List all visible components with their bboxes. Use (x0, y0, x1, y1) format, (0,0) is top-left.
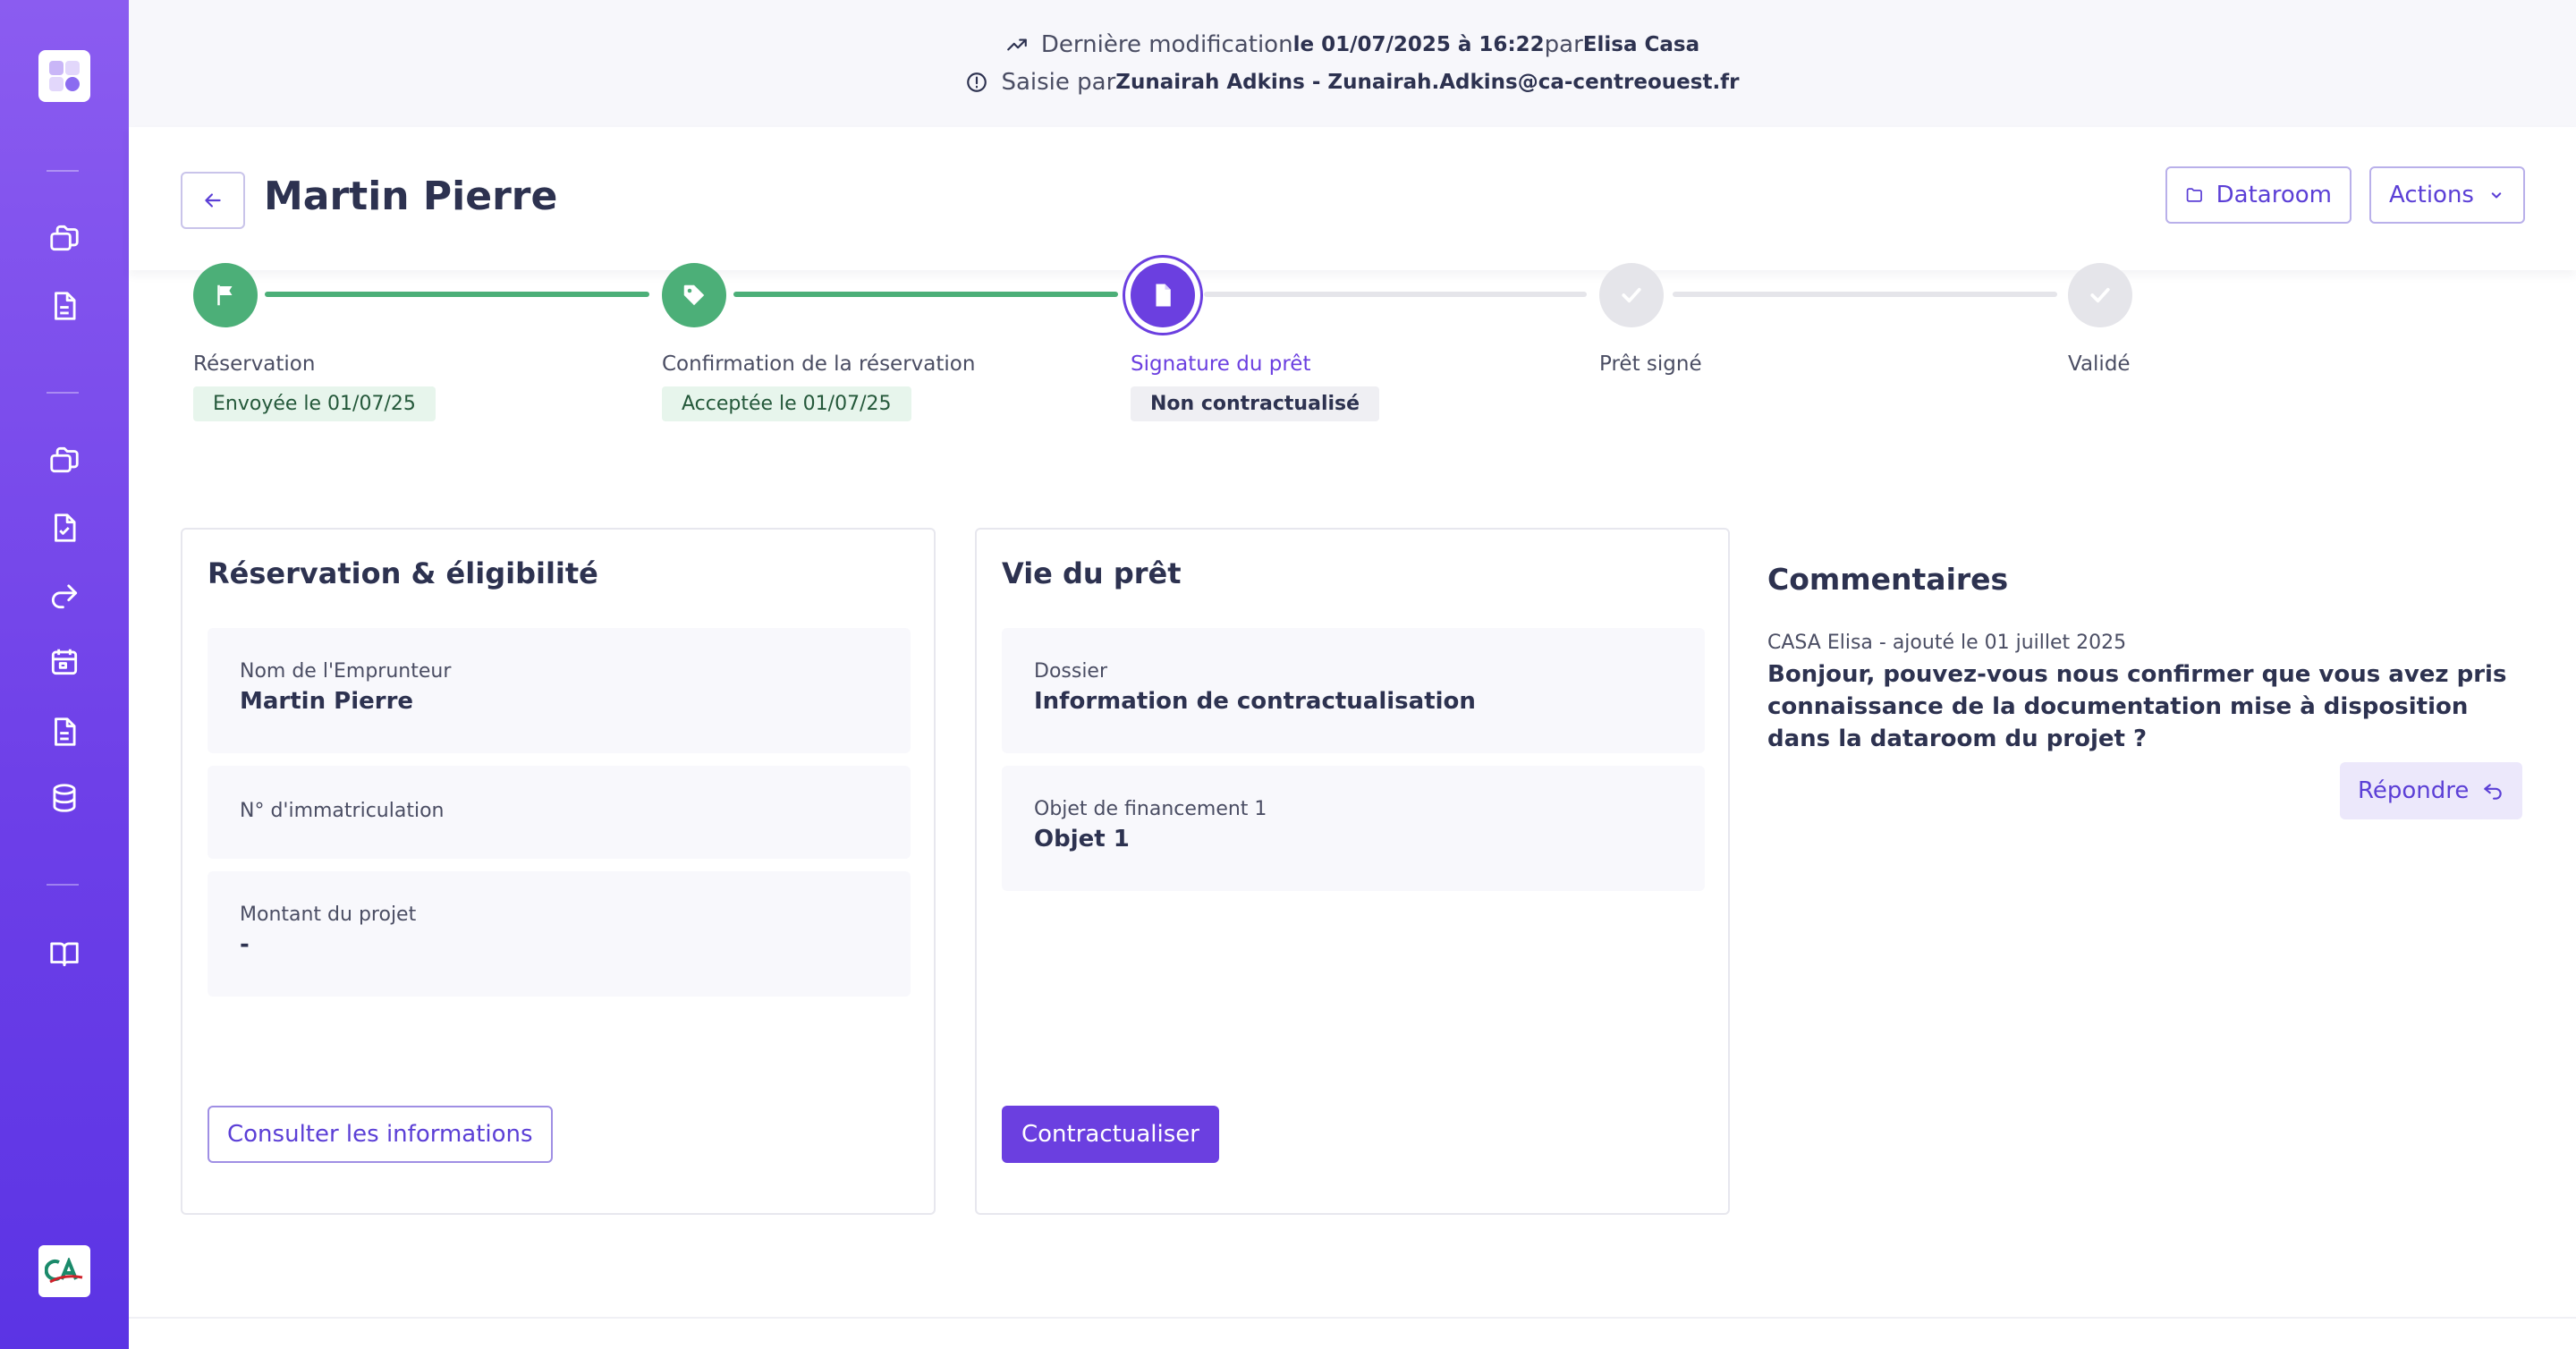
chevron-down-icon (2491, 192, 2502, 199)
forward-arrow-icon (51, 584, 78, 609)
flag-icon (217, 284, 233, 306)
folder-icon (2186, 188, 2202, 202)
step-1-indicator (193, 263, 258, 327)
bank-logo-icon (45, 1258, 83, 1284)
step-5-indicator (2068, 263, 2132, 327)
loan-life-card: Vie du prêt Dossier Information de contr… (975, 528, 1730, 1215)
app-logo[interactable] (38, 50, 90, 102)
actions-dropdown[interactable]: Actions (2369, 166, 2525, 224)
footer-divider (129, 1317, 2576, 1319)
step-connector (265, 292, 649, 297)
reservation-card: Réservation & éligibilité Nom de l'Empru… (181, 528, 936, 1215)
page-title: Martin Pierre (264, 174, 558, 219)
check-icon (1622, 287, 1641, 303)
step-4-label: Prêt signé (1599, 352, 1702, 376)
step-connector (1673, 292, 2057, 297)
sidebar-item-database[interactable] (45, 778, 84, 818)
step-1-label: Réservation (193, 352, 316, 376)
field-label: Nom de l'Emprunteur (240, 660, 452, 683)
actions-label: Actions (2389, 182, 2474, 208)
by-label: par (1544, 31, 1583, 58)
sidebar-item-files[interactable] (45, 440, 84, 479)
step-2-indicator (662, 263, 726, 327)
calendar-icon (51, 649, 78, 675)
sidebar-item-transfers[interactable] (45, 576, 84, 615)
arrow-left-icon (205, 193, 221, 208)
brand-logo (38, 1245, 90, 1297)
check-icon (2090, 287, 2110, 303)
reply-arrow-icon (2484, 784, 2503, 800)
tag-icon (683, 284, 705, 306)
loan-card-title: Vie du prêt (1002, 556, 1182, 590)
progress-stepper: Réservation Envoyée le 01/07/25 Confirma… (179, 259, 2326, 438)
comments-title: Commentaires (1767, 562, 2009, 597)
document-check-icon (55, 513, 76, 542)
book-open-icon (50, 942, 79, 967)
sidebar (0, 0, 129, 1349)
folders-icon (50, 446, 79, 473)
step-5-label: Validé (2068, 352, 2131, 376)
field-value: Objet 1 (1034, 826, 1130, 853)
view-information-button[interactable]: Consulter les informations (208, 1106, 553, 1163)
last-modified-label: Dernière modification (1040, 31, 1293, 58)
project-amount-field: Montant du projet - (208, 871, 911, 997)
file-field: Dossier Information de contractualisatio… (1002, 628, 1705, 753)
entered-by-label: Saisie par (1001, 69, 1116, 96)
dataroom-label: Dataroom (2216, 182, 2332, 208)
last-modified-line: Dernière modification le 01/07/2025 à 16… (1005, 31, 1699, 58)
field-label: Dossier (1034, 660, 1108, 683)
document-icon (55, 717, 76, 746)
registration-number-field: N° d'immatriculation (208, 766, 911, 859)
sidebar-divider (47, 170, 79, 172)
comment-meta: CASA Elisa - ajouté le 01 juillet 2025 (1767, 632, 2127, 654)
step-connector (733, 292, 1118, 297)
sidebar-item-projects[interactable] (45, 218, 84, 258)
step-1-badge: Envoyée le 01/07/25 (193, 386, 436, 421)
step-2-badge: Acceptée le 01/07/25 (662, 386, 911, 421)
modification-info-bar: Dernière modification le 01/07/2025 à 16… (129, 0, 2576, 127)
entered-by-value: Zunairah Adkins - Zunairah.Adkins@ca-cen… (1115, 71, 1740, 94)
step-3-label: Signature du prêt (1131, 352, 1311, 376)
comment-text: Bonjour, pouvez-vous nous confirmer que … (1767, 661, 2507, 752)
database-icon (53, 784, 76, 812)
field-label: N° d'immatriculation (240, 800, 445, 822)
sidebar-item-calendar[interactable] (45, 642, 84, 682)
contractualize-button[interactable]: Contractualiser (1002, 1106, 1219, 1163)
step-connector (1204, 292, 1587, 297)
reply-label: Répondre (2358, 777, 2470, 804)
step-4-indicator (1599, 263, 1664, 327)
page-header: Martin Pierre Dataroom Actions (129, 127, 2576, 270)
last-modified-date: le 01/07/2025 à 16:22 (1292, 33, 1545, 56)
field-value: Martin Pierre (240, 688, 414, 715)
step-3-badge: Non contractualisé (1131, 386, 1380, 421)
reply-button[interactable]: Répondre (2340, 762, 2523, 819)
last-modified-by: Elisa Casa (1582, 33, 1700, 56)
sidebar-item-validations[interactable] (45, 508, 84, 547)
dataroom-button[interactable]: Dataroom (2165, 166, 2351, 224)
folders-icon (50, 225, 79, 251)
entered-by-line: Saisie par Zunairah Adkins - Zunairah.Ad… (965, 69, 1740, 96)
field-value: - (240, 931, 250, 958)
sidebar-item-reports[interactable] (45, 712, 84, 751)
sidebar-divider (47, 884, 79, 886)
field-value: Information de contractualisation (1034, 688, 1476, 715)
info-circle-icon (967, 72, 987, 92)
step-3-indicator (1131, 263, 1195, 327)
document-icon (55, 292, 76, 320)
sidebar-item-guide[interactable] (45, 934, 84, 973)
back-button[interactable] (181, 172, 245, 229)
app-logo-icon (49, 61, 80, 91)
reservation-card-title: Réservation & éligibilité (208, 556, 598, 590)
borrower-name-field: Nom de l'Emprunteur Martin Pierre (208, 628, 911, 753)
field-label: Montant du projet (240, 904, 417, 926)
sidebar-divider (47, 392, 79, 394)
financing-object-field: Objet de financement 1 Objet 1 (1002, 766, 1705, 891)
trending-up-icon (1007, 38, 1027, 51)
document-icon (1156, 284, 1171, 307)
sidebar-item-documents[interactable] (45, 286, 84, 326)
field-label: Objet de financement 1 (1034, 798, 1267, 820)
step-2-label: Confirmation de la réservation (662, 352, 976, 376)
